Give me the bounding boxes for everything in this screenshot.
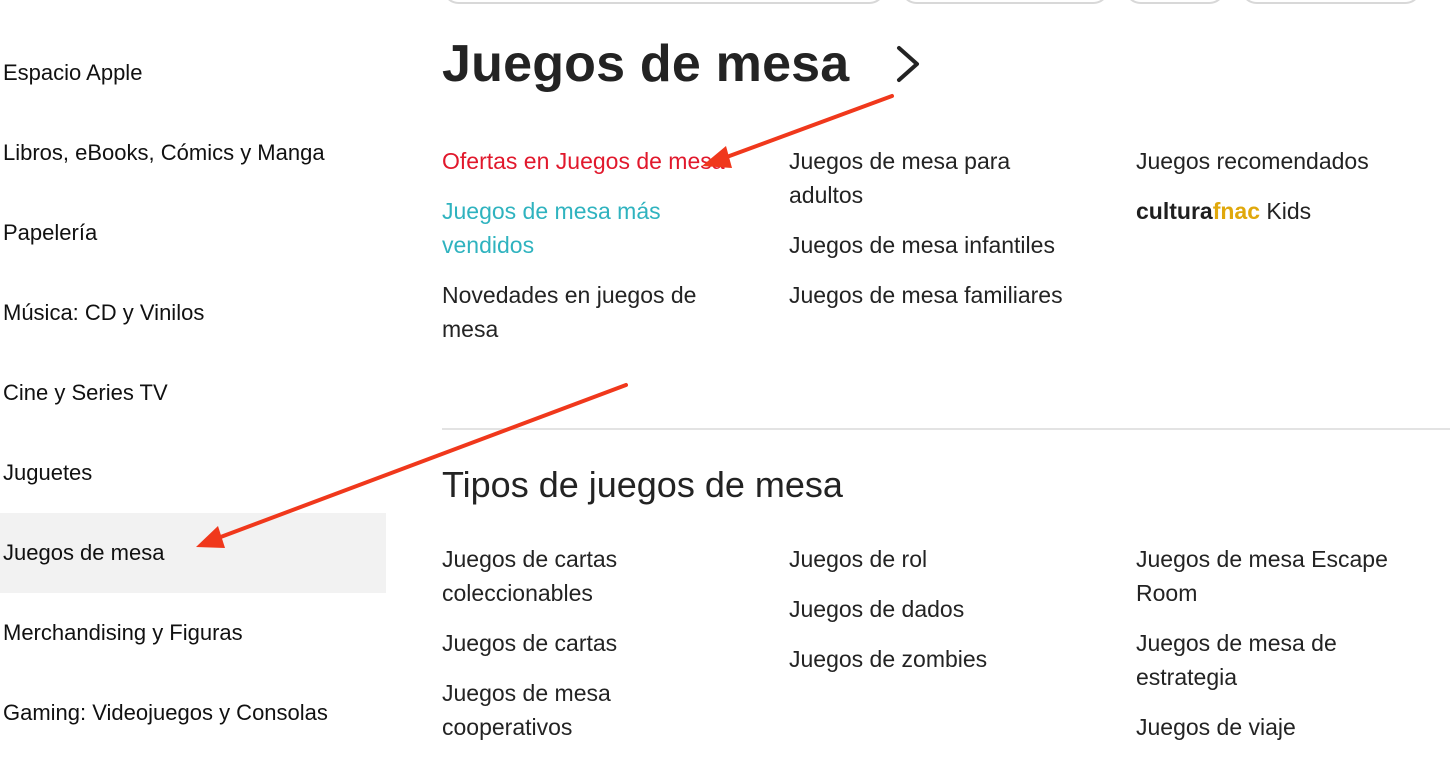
link-escape-room[interactable]: Juegos de mesa Escape Room: [1136, 542, 1436, 610]
link-familiares[interactable]: Juegos de mesa familiares: [789, 278, 1089, 312]
top-links-col-1: Ofertas en Juegos de mesa Juegos de mesa…: [442, 144, 742, 362]
sidebar-item-juguetes[interactable]: Juguetes: [0, 433, 386, 513]
types-col-3: Juegos de mesa Escape Room Juegos de mes…: [1136, 542, 1436, 760]
link-viaje[interactable]: Juegos de viaje: [1136, 710, 1436, 744]
top-filter-pills: [0, 0, 1450, 6]
top-pill-2[interactable]: [900, 0, 1110, 4]
page-title[interactable]: Juegos de mesa: [442, 34, 849, 94]
section-divider: [442, 428, 1450, 430]
chevron-right-icon[interactable]: [893, 44, 923, 84]
top-pill-4[interactable]: [1240, 0, 1422, 4]
link-infantiles[interactable]: Juegos de mesa infantiles: [789, 228, 1089, 262]
top-pill-1[interactable]: [442, 0, 886, 4]
link-recomendados[interactable]: Juegos recomendados: [1136, 144, 1436, 178]
sidebar-item-merchandising[interactable]: Merchandising y Figuras: [0, 593, 386, 673]
link-estrategia[interactable]: Juegos de mesa de estrategia: [1136, 626, 1436, 694]
types-col-1: Juegos de cartas coleccionables Juegos d…: [442, 542, 742, 760]
link-ofertas[interactable]: Ofertas en Juegos de mesa: [442, 144, 742, 178]
link-mas-vendidos[interactable]: Juegos de mesa más vendidos: [442, 194, 742, 262]
brand-fnac-text: fnac: [1212, 198, 1260, 224]
link-rol[interactable]: Juegos de rol: [789, 542, 1089, 576]
brand-cultura-text: cultura: [1136, 198, 1213, 224]
link-culturafnac-kids[interactable]: culturafnac Kids: [1136, 194, 1436, 228]
sidebar-item-musica[interactable]: Música: CD y Vinilos: [0, 273, 386, 353]
link-cooperativos[interactable]: Juegos de mesa cooperativos: [442, 676, 742, 744]
sidebar-item-libros[interactable]: Libros, eBooks, Cómics y Manga: [0, 113, 386, 193]
link-adultos[interactable]: Juegos de mesa para adultos: [789, 144, 1089, 212]
page: Espacio Apple Libros, eBooks, Cómics y M…: [0, 0, 1450, 774]
brand-kids-text: Kids: [1259, 198, 1312, 224]
top-pill-3[interactable]: [1124, 0, 1226, 4]
section-title: Tipos de juegos de mesa: [442, 464, 843, 505]
category-sidebar: Espacio Apple Libros, eBooks, Cómics y M…: [0, 33, 386, 753]
link-novedades[interactable]: Novedades en juegos de mesa: [442, 278, 742, 346]
sidebar-item-gaming[interactable]: Gaming: Videojuegos y Consolas: [0, 673, 386, 753]
link-cartas[interactable]: Juegos de cartas: [442, 626, 742, 660]
top-links-col-3: Juegos recomendados culturafnac Kids: [1136, 144, 1436, 244]
sidebar-item-espacio-apple[interactable]: Espacio Apple: [0, 33, 386, 113]
sidebar-item-papeleria[interactable]: Papelería: [0, 193, 386, 273]
types-col-2: Juegos de rol Juegos de dados Juegos de …: [789, 542, 1089, 692]
sidebar-item-cine[interactable]: Cine y Series TV: [0, 353, 386, 433]
title-row: Juegos de mesa: [442, 32, 923, 96]
link-cartas-coleccionables[interactable]: Juegos de cartas coleccionables: [442, 542, 742, 610]
link-zombies[interactable]: Juegos de zombies: [789, 642, 1089, 676]
top-links-col-2: Juegos de mesa para adultos Juegos de me…: [789, 144, 1089, 328]
sidebar-item-juegos-de-mesa[interactable]: Juegos de mesa: [0, 513, 386, 593]
link-dados[interactable]: Juegos de dados: [789, 592, 1089, 626]
